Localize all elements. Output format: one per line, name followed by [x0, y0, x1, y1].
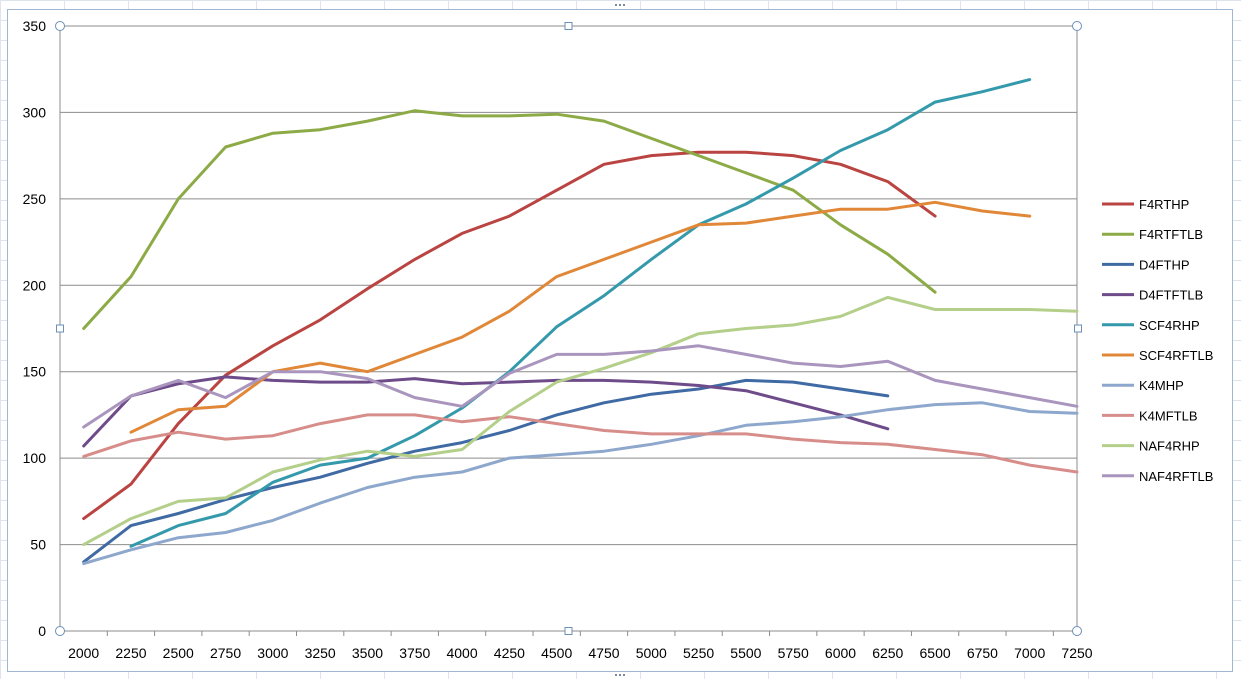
- frame-grip-dot[interactable]: [623, 4, 625, 6]
- legend-label[interactable]: K4MHP: [1139, 378, 1184, 393]
- x-tick-label: 6750: [967, 645, 998, 661]
- legend-label[interactable]: F4RTFTLB: [1139, 227, 1203, 242]
- x-tick-label: 3500: [352, 645, 383, 661]
- legend-label[interactable]: NAF4RHP: [1139, 439, 1200, 454]
- x-tick-label: 4250: [494, 645, 525, 661]
- series-lines: [82, 78, 1079, 566]
- legend-label[interactable]: SCF4RHP: [1139, 318, 1200, 333]
- x-tick-label: 3000: [257, 645, 288, 661]
- x-tick-label: 5750: [778, 645, 809, 661]
- series-line-naf4rftlb[interactable]: [82, 344, 1079, 429]
- x-tick-label: 3250: [305, 645, 336, 661]
- frame-grip-dot[interactable]: [619, 4, 621, 6]
- x-tick-label: 6000: [825, 645, 856, 661]
- legend-label[interactable]: F4RTHP: [1139, 197, 1189, 212]
- frame-grip-dot[interactable]: [623, 674, 625, 676]
- x-tick-label: 3750: [399, 645, 430, 661]
- frame-grip-dot[interactable]: [615, 4, 617, 6]
- side-resize-handle[interactable]: [1074, 324, 1082, 333]
- corner-resize-handle[interactable]: [1072, 21, 1082, 31]
- legend-label[interactable]: SCF4RFTLB: [1139, 348, 1213, 363]
- corner-resize-handle[interactable]: [55, 21, 65, 31]
- corner-resize-handle[interactable]: [1072, 626, 1082, 636]
- series-line-k4mftlb[interactable]: [82, 413, 1079, 474]
- x-tick-label: 2750: [210, 645, 241, 661]
- legend-label[interactable]: D4FTFTLB: [1139, 288, 1203, 303]
- x-tick-label: 7000: [1014, 645, 1045, 661]
- x-tick-label: 4750: [588, 645, 619, 661]
- side-resize-handle[interactable]: [56, 324, 64, 333]
- x-tick-label: 4500: [541, 645, 572, 661]
- line-chart[interactable]: 0 50 100 150 200 250 300 350 2000 2250 2500 2750 300…: [0, 0, 1241, 679]
- y-tick-label: 100: [23, 450, 47, 466]
- y-tick-label: 0: [38, 623, 46, 639]
- x-tick-label: 2500: [163, 645, 194, 661]
- side-resize-handle[interactable]: [564, 627, 573, 635]
- x-tick-label: 6500: [920, 645, 951, 661]
- y-tick-label: 150: [23, 364, 47, 380]
- frame-grip-dot[interactable]: [619, 674, 621, 676]
- series-line-f4rthp[interactable]: [82, 150, 937, 521]
- corner-resize-handle[interactable]: [55, 626, 65, 636]
- side-resize-handle[interactable]: [564, 22, 573, 30]
- frame-grip-dot[interactable]: [615, 674, 617, 676]
- legend-label[interactable]: K4MFTLB: [1139, 408, 1198, 423]
- y-tick-label: 200: [23, 277, 47, 293]
- y-tick-label: 50: [30, 537, 46, 553]
- x-tick-label: 2000: [68, 645, 99, 661]
- x-tick-label: 5000: [636, 645, 667, 661]
- x-tick-label: 4000: [446, 645, 477, 661]
- legend[interactable]: F4RTHP F4RTFTLB D4FTHP D4FTFTLB SCF4RHP SCF4R…: [1102, 197, 1213, 484]
- x-tick-label: 2250: [115, 645, 146, 661]
- x-tick-label: 5250: [683, 645, 714, 661]
- legend-label[interactable]: NAF4RFTLB: [1139, 469, 1213, 484]
- y-tick-label: 350: [23, 18, 47, 34]
- x-tick-label: 5500: [730, 645, 761, 661]
- x-tick-label: 6250: [872, 645, 903, 661]
- y-tick-label: 300: [23, 104, 47, 120]
- x-tick-label: 7250: [1061, 645, 1092, 661]
- y-tick-label: 250: [23, 191, 47, 207]
- legend-label[interactable]: D4FTHP: [1139, 257, 1190, 272]
- series-line-f4rtftlb[interactable]: [82, 109, 937, 330]
- series-line-scf4rftlb[interactable]: [129, 200, 1032, 434]
